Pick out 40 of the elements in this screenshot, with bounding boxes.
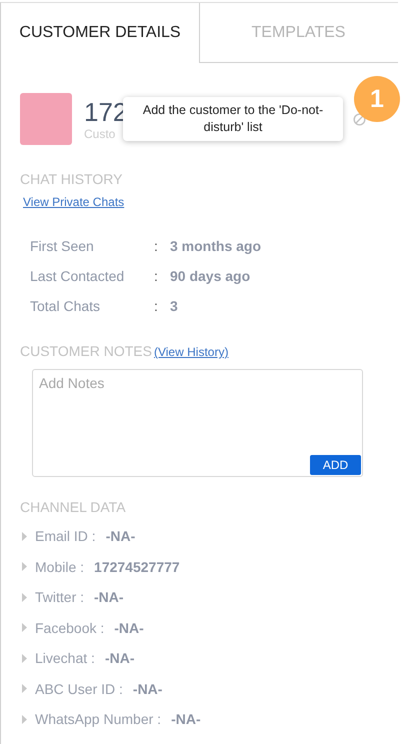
view-private-chats-link[interactable]: View Private Chats [23, 195, 124, 209]
channel-label: Facebook : [35, 620, 104, 636]
channel-value: -NA- [114, 620, 144, 636]
stat-label: Total Chats [30, 298, 102, 314]
channel-label: Livechat : [35, 650, 95, 666]
channel-label: Mobile : [35, 558, 84, 574]
channel-value: 17274527777 [94, 558, 180, 574]
channel-label: ABC User ID : [35, 680, 123, 696]
channel-label: Twitter : [35, 589, 84, 605]
section-title: CHAT HISTORY [20, 171, 124, 187]
expand-icon[interactable] [22, 714, 27, 724]
tooltip: Add the customer to the 'Do-not-disturb' list [123, 97, 343, 141]
stat-value: 3 [170, 298, 178, 314]
add-button[interactable]: ADD [310, 455, 361, 475]
stat-label: First Seen [30, 238, 95, 254]
expand-icon[interactable] [22, 654, 27, 662]
step-badge: 1 [354, 76, 400, 122]
channel-value: -NA- [104, 650, 134, 666]
avatar [20, 93, 72, 145]
channel-value: -NA- [94, 589, 124, 605]
stat-value: 3 months ago [170, 238, 262, 254]
expand-icon[interactable] [22, 684, 27, 693]
expand-icon[interactable] [22, 562, 27, 571]
block-icon[interactable] [353, 113, 366, 126]
expand-icon[interactable] [22, 592, 27, 602]
expand-icon[interactable] [22, 623, 27, 632]
section-title: CHANNEL DATA [20, 499, 127, 515]
section-title: CUSTOMER NOTES [20, 343, 152, 359]
colon: : [154, 298, 159, 314]
channel-label: WhatsApp Number : [35, 711, 162, 727]
stat-value: 90 days ago [170, 268, 250, 284]
stat-label: Last Contacted [30, 268, 126, 284]
view-history-link[interactable]: (View History) [154, 345, 228, 359]
channel-value: -NA- [132, 680, 162, 696]
channel-value: -NA- [106, 528, 136, 544]
expand-icon[interactable] [22, 532, 27, 540]
channel-value: -NA- [171, 711, 201, 727]
colon: : [154, 268, 159, 284]
colon: : [154, 238, 159, 254]
channel-label: Email ID : [35, 528, 96, 544]
